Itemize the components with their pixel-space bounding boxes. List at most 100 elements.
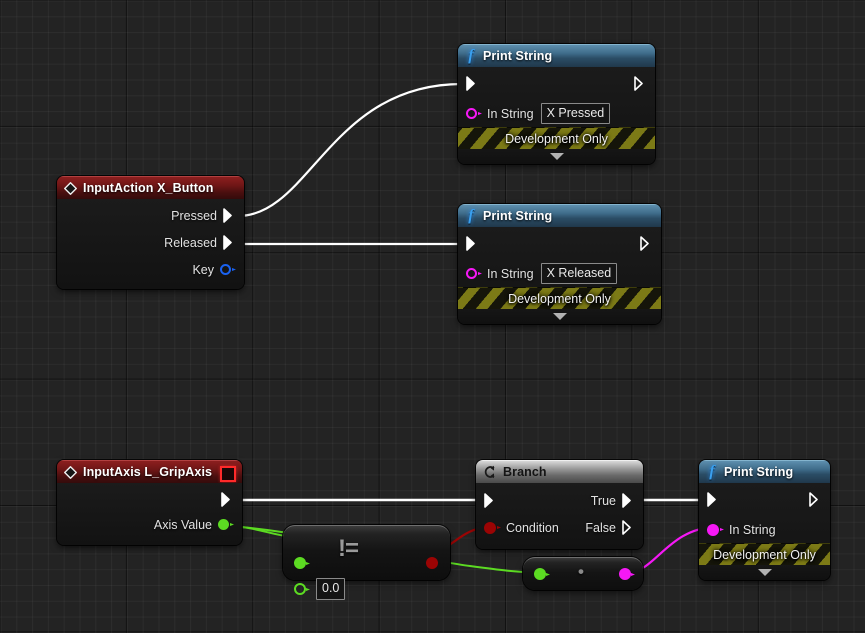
node-header: InputAction X_Button	[57, 176, 244, 199]
node-not-equal-float[interactable]: != 0.0	[283, 525, 450, 600]
development-only-banner: Development Only	[458, 287, 661, 309]
false-exec-pin[interactable]	[622, 520, 635, 535]
node-to-string-float[interactable]: •	[523, 557, 643, 590]
pressed-exec-pin[interactable]	[223, 208, 236, 223]
in-string-value[interactable]: X Released	[540, 262, 618, 285]
expand-node-button[interactable]	[458, 309, 661, 324]
development-only-banner: Development Only	[458, 127, 655, 149]
development-only-label: Development Only	[505, 131, 608, 146]
development-only-banner: Development Only	[699, 543, 830, 565]
exec-out-row	[57, 487, 242, 512]
in-string-pin[interactable]	[466, 108, 477, 119]
node-title: Print String	[724, 465, 794, 479]
not-equal-result-pin[interactable]	[426, 557, 438, 569]
condition-label: Condition	[506, 520, 559, 535]
expand-node-button[interactable]	[458, 149, 655, 164]
event-diamond-icon	[64, 465, 77, 479]
node-title: InputAction X_Button	[83, 181, 214, 195]
node-header: f Print String	[458, 204, 661, 227]
exec-in-pin[interactable]	[466, 76, 479, 91]
node-header: InputAxis L_GripAxis	[57, 460, 242, 483]
pin-nub	[478, 272, 482, 275]
node-body: True Condition False	[476, 483, 643, 549]
function-f-icon: f	[468, 207, 474, 224]
pressed-label: Pressed	[171, 208, 217, 223]
pin-nub	[230, 523, 234, 526]
node-body: In String X Pressed Development Only	[458, 67, 655, 164]
exec-out-pin[interactable]	[809, 492, 822, 507]
in-string-label: In String	[487, 106, 534, 121]
axis-value-label: Axis Value	[153, 517, 212, 532]
exec-out-pin[interactable]	[221, 492, 234, 507]
node-title: Print String	[483, 209, 553, 223]
function-f-icon: f	[709, 463, 715, 480]
pin-nub	[497, 526, 501, 529]
in-string-row: In String X Released	[458, 260, 661, 287]
node-body: In String Development Only	[699, 483, 830, 580]
false-label: False	[585, 520, 616, 535]
node-print-string-3[interactable]: f Print String In String Development Onl…	[699, 460, 830, 580]
in-string-row: In String X Pressed	[458, 100, 655, 127]
key-pin[interactable]	[220, 264, 231, 275]
exec-in-pin[interactable]	[466, 236, 479, 251]
exec-out-pin[interactable]	[640, 236, 653, 251]
node-branch[interactable]: Branch True Condition False	[476, 460, 643, 549]
axis-value-pin[interactable]	[218, 519, 229, 530]
node-header: f Print String	[458, 44, 655, 67]
pin-nub	[306, 562, 310, 565]
pin-nub	[631, 573, 635, 576]
pressed-row: Pressed	[57, 202, 244, 229]
exec-true-row: True	[476, 487, 643, 514]
blueprint-graph-canvas[interactable]: f Print String In String X Pressed Devel	[0, 0, 865, 633]
released-row: Released	[57, 229, 244, 256]
condition-pin[interactable]	[484, 521, 496, 534]
exec-in-pin[interactable]	[707, 492, 720, 507]
in-string-label: In String	[729, 522, 776, 537]
in-string-pin[interactable]	[466, 268, 477, 279]
node-title: InputAxis L_GripAxis	[83, 465, 213, 479]
pin-nub	[232, 268, 236, 271]
exec-row	[458, 227, 661, 260]
axis-value-row: Axis Value	[57, 512, 242, 537]
chevron-down-icon	[552, 313, 567, 320]
to-string-output-pin[interactable]	[619, 568, 631, 580]
conversion-dot-icon: •	[578, 562, 584, 581]
development-only-label: Development Only	[508, 291, 611, 306]
node-input-action-x-button[interactable]: InputAction X_Button Pressed Released Ke…	[57, 176, 244, 289]
event-diamond-icon	[64, 181, 77, 195]
true-exec-pin[interactable]	[622, 493, 635, 508]
pin-nub	[720, 528, 724, 531]
released-label: Released	[164, 235, 217, 250]
not-equal-input-b-value[interactable]: 0.0	[316, 578, 346, 600]
not-equal-input-b-pin[interactable]	[294, 583, 306, 595]
exec-row	[458, 67, 655, 100]
pin-nub	[546, 573, 550, 576]
chevron-down-icon	[549, 153, 564, 160]
expand-node-button[interactable]	[699, 565, 830, 580]
not-equal-operator-label: !=	[338, 535, 359, 562]
node-body: In String X Released Development Only	[458, 227, 661, 324]
node-print-string-1[interactable]: f Print String In String X Pressed Devel	[458, 44, 655, 164]
stop-square-icon[interactable]	[220, 466, 236, 482]
chevron-down-icon	[757, 569, 772, 576]
exec-in-pin[interactable]	[484, 493, 497, 508]
development-only-label: Development Only	[713, 547, 816, 562]
not-equal-input-a-pin[interactable]	[294, 557, 306, 569]
in-string-row: In String	[699, 516, 830, 543]
node-title: Branch	[503, 465, 547, 479]
node-input-axis-l-gripaxis[interactable]: InputAxis L_GripAxis Axis Value	[57, 460, 242, 545]
in-string-value[interactable]: X Pressed	[540, 102, 611, 125]
exec-row	[699, 483, 830, 516]
to-string-input-pin[interactable]	[534, 568, 546, 580]
node-print-string-2[interactable]: f Print String In String X Released Deve	[458, 204, 661, 324]
in-string-pin[interactable]	[707, 523, 719, 536]
in-string-label: In String	[487, 266, 534, 281]
node-title: Print String	[483, 49, 553, 63]
node-header: f Print String	[699, 460, 830, 483]
released-exec-pin[interactable]	[223, 235, 236, 250]
exec-out-pin[interactable]	[634, 76, 647, 91]
node-body: Axis Value	[57, 483, 242, 545]
condition-false-row: Condition False	[476, 514, 643, 541]
function-f-icon: f	[468, 47, 474, 64]
pin-nub	[306, 588, 310, 591]
